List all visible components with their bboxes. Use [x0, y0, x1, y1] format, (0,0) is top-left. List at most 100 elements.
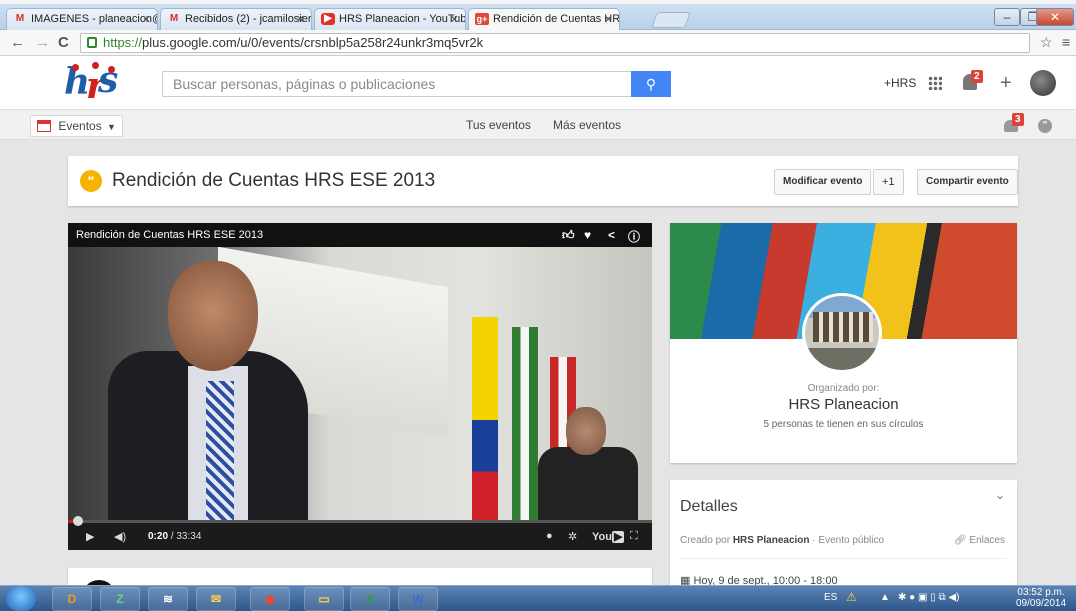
taskbar-mail-icon[interactable]: ✉	[196, 587, 236, 611]
nav-your-events[interactable]: Tus eventos	[466, 118, 531, 132]
info-icon[interactable]: ⓘ	[628, 228, 640, 245]
share-event-button[interactable]: Compartir evento	[917, 169, 1018, 195]
url-field[interactable]: https://plus.google.com/u/0/events/crsnb…	[80, 33, 1030, 53]
play-icon[interactable]: ▶	[86, 530, 94, 543]
close-window-button[interactable]: ✕	[1036, 8, 1074, 26]
fullscreen-icon[interactable]: ⛶	[630, 530, 638, 543]
start-button[interactable]	[6, 586, 36, 611]
clock-date: 09/09/2014	[1016, 598, 1067, 609]
close-icon[interactable]: ✕	[450, 13, 459, 26]
events-subnav: Eventos ▼ Tus eventos Más eventos 3 "	[0, 110, 1076, 140]
video-frame	[68, 246, 652, 531]
forward-arrow-icon[interactable]: →	[35, 34, 50, 51]
video-title[interactable]: Rendición de Cuentas HRS ESE 2013	[76, 229, 263, 241]
back-arrow-icon[interactable]: ←	[10, 34, 25, 51]
user-avatar[interactable]	[1030, 70, 1056, 96]
tab-google-plus-event[interactable]: g+ Rendición de Cuentas HR: ✕	[468, 8, 620, 30]
event-quote-icon: "	[80, 170, 102, 192]
organizer-circles: 5 personas te tienen en sus círculos	[763, 419, 924, 430]
action-center-warning-icon[interactable]: ⚠	[846, 590, 857, 604]
annotations-icon[interactable]: ●	[546, 530, 553, 542]
share-plus-icon[interactable]: +	[1000, 72, 1012, 95]
video-title-bar: Rendición de Cuentas HRS ESE 2013 👍︎ ♥ <…	[68, 223, 652, 247]
video-player[interactable]: Rendición de Cuentas HRS ESE 2013 👍︎ ♥ <…	[68, 223, 652, 550]
taskbar-excel-icon[interactable]: X	[350, 587, 390, 611]
url-text: plus.google.com/u/0/events/crsnblp5a258r…	[142, 35, 484, 50]
taskbar-app-orange[interactable]: D	[52, 587, 92, 611]
reload-icon[interactable]: C	[58, 34, 69, 51]
profile-link[interactable]: +HRS	[884, 76, 916, 90]
tab-gmail-recibidos[interactable]: M Recibidos (2) - jcamilosier ✕	[160, 8, 312, 30]
tab-label: HRS Planeacion - YouTub	[339, 13, 466, 25]
url-scheme: https://	[103, 35, 143, 50]
search-input[interactable]: Buscar personas, páginas o publicaciones	[162, 71, 632, 97]
organized-by-label: Organizado por:	[807, 383, 880, 394]
new-tab-button[interactable]	[651, 12, 691, 28]
taskbar-word-icon[interactable]: W	[398, 587, 438, 611]
taskbar-app-chart[interactable]: Z	[100, 587, 140, 611]
events-dropdown-label: Eventos	[58, 119, 102, 133]
taskbar-folder-icon[interactable]: ▭	[304, 587, 344, 611]
plus-one-button[interactable]: +1	[873, 169, 904, 195]
close-icon[interactable]: ✕	[604, 13, 613, 26]
video-scrubber[interactable]	[73, 516, 83, 526]
minimize-button[interactable]: –	[994, 8, 1020, 26]
nav-more-events[interactable]: Más eventos	[553, 118, 621, 132]
video-progress-bar[interactable]	[68, 516, 652, 526]
speaker-foreground	[108, 251, 308, 531]
creator-link[interactable]: HRS Planeacion	[733, 535, 810, 546]
gmail-icon: M	[169, 13, 179, 24]
hangouts-icon[interactable]: "	[1038, 119, 1052, 133]
language-indicator[interactable]: ES	[824, 592, 837, 603]
browser-address-bar: ← → C https://plus.google.com/u/0/events…	[0, 30, 1076, 56]
settings-gear-icon[interactable]: ✲	[568, 530, 577, 543]
details-title: Detalles	[680, 498, 738, 515]
browser-tab-bar: M IMAGENES - planeacion@ ✕ M Recibidos (…	[0, 4, 1076, 30]
share-icon[interactable]: <	[608, 228, 615, 242]
events-dropdown[interactable]: Eventos ▼	[30, 115, 123, 137]
youtube-icon: ▶	[321, 13, 335, 25]
tab-label: IMAGENES - planeacion@	[31, 13, 158, 25]
system-clock[interactable]: 03:52 p.m. 09/09/2014	[1016, 587, 1066, 609]
tab-gmail-imagenes[interactable]: M IMAGENES - planeacion@ ✕	[6, 8, 158, 30]
taskbar-wifi-icon[interactable]: ≋	[148, 587, 188, 611]
menu-icon[interactable]: ≡	[1062, 34, 1070, 50]
tray-expand-icon[interactable]: ▲	[880, 592, 890, 603]
bookmark-star-icon[interactable]: ☆	[1040, 34, 1053, 51]
clock-time: 03:52 p.m.	[1017, 587, 1065, 598]
like-icon[interactable]: 👍︎	[562, 228, 575, 243]
details-card: ⌄ Detalles Creado por HRS Planeacion · E…	[670, 480, 1017, 590]
notification-badge: 2	[971, 70, 983, 83]
apps-grid-icon[interactable]	[928, 76, 942, 90]
flag-colombia	[472, 317, 498, 523]
search-icon: ⚲	[645, 76, 657, 92]
speaker-background	[538, 407, 638, 527]
event-title: Rendición de Cuentas HRS ESE 2013	[112, 170, 436, 191]
pin-icon[interactable]: ♥	[584, 228, 591, 242]
link-icon: 🔗︎	[953, 535, 967, 546]
created-by-line: Creado por HRS Planeacion · Evento públi…	[680, 535, 885, 546]
hrs-logo[interactable]: h r s	[56, 59, 118, 107]
tab-youtube[interactable]: ▶ HRS Planeacion - YouTub ✕	[314, 8, 466, 30]
video-time: 0:20 / 33:34	[148, 531, 201, 542]
tab-label: Rendición de Cuentas HR:	[493, 13, 620, 25]
flag-green-white	[512, 327, 538, 523]
chevron-down-icon[interactable]: ⌄	[995, 488, 1005, 502]
links-button[interactable]: 🔗︎ Enlaces	[954, 535, 1005, 546]
event-header-card: " Rendición de Cuentas HRS ESE 2013 Modi…	[68, 156, 1018, 206]
search-button[interactable]: ⚲	[631, 71, 671, 97]
organizer-name[interactable]: HRS Planeacion	[670, 396, 1017, 413]
event-visibility: · Evento público	[812, 535, 885, 546]
gmail-icon: M	[15, 13, 25, 24]
organizer-avatar[interactable]	[802, 293, 882, 373]
close-icon[interactable]: ✕	[142, 13, 151, 26]
current-time: 0:20	[148, 531, 169, 542]
duration: / 33:34	[170, 531, 202, 542]
taskbar-chrome-icon[interactable]: ◉	[250, 587, 290, 611]
volume-icon[interactable]: ◀)	[114, 530, 126, 543]
youtube-logo[interactable]: You ▶	[592, 530, 625, 543]
tray-icons[interactable]: ✱ ● ▣ ▯ ⧉ ◀)	[898, 592, 959, 603]
close-icon[interactable]: ✕	[296, 13, 305, 26]
edit-event-button[interactable]: Modificar evento	[774, 169, 872, 195]
chevron-down-icon: ▼	[107, 122, 116, 132]
